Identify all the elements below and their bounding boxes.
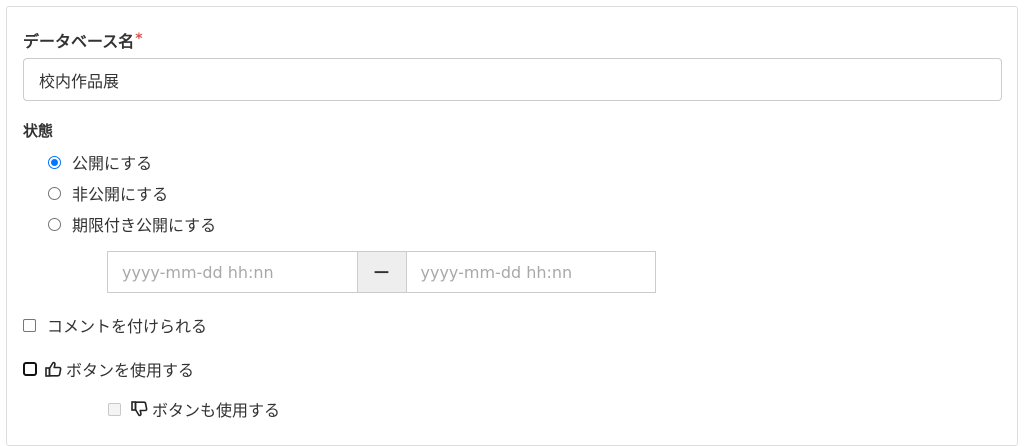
thumbs-up-icon — [45, 361, 63, 377]
state-label: 状態 — [23, 122, 54, 140]
like-button-label[interactable]: ボタンを使用する — [66, 357, 194, 381]
radio-public-button[interactable] — [48, 155, 61, 169]
dislike-button-label[interactable]: ボタンも使用する — [152, 397, 280, 421]
allow-comments-label[interactable]: コメントを付けられる — [47, 313, 207, 337]
radio-public[interactable]: 公開にする — [48, 150, 152, 174]
radio-private-label[interactable]: 非公開にする — [72, 181, 168, 205]
radio-private[interactable]: 非公開にする — [48, 181, 168, 205]
date-range-group: － — [107, 251, 656, 293]
like-button-checkbox[interactable] — [23, 362, 37, 376]
db-name-input[interactable] — [23, 58, 1002, 101]
radio-limited-label[interactable]: 期限付き公開にする — [72, 212, 216, 236]
dislike-button-checkbox[interactable] — [108, 402, 121, 416]
db-name-label: データベース名* — [23, 31, 143, 51]
allow-comments-option[interactable]: コメントを付けられる — [23, 313, 207, 337]
date-separator: － — [356, 252, 407, 292]
thumbs-down-icon — [131, 401, 149, 417]
allow-comments-checkbox[interactable] — [23, 318, 36, 332]
like-button-option[interactable]: ボタンを使用する — [23, 357, 194, 381]
radio-public-label[interactable]: 公開にする — [72, 150, 152, 174]
end-date-input[interactable] — [406, 252, 655, 292]
radio-private-button[interactable] — [48, 186, 61, 200]
required-mark: * — [135, 31, 143, 47]
radio-limited[interactable]: 期限付き公開にする — [48, 212, 216, 236]
radio-limited-button[interactable] — [48, 217, 61, 231]
start-date-input[interactable] — [108, 252, 357, 292]
dislike-button-option[interactable]: ボタンも使用する — [108, 397, 280, 421]
